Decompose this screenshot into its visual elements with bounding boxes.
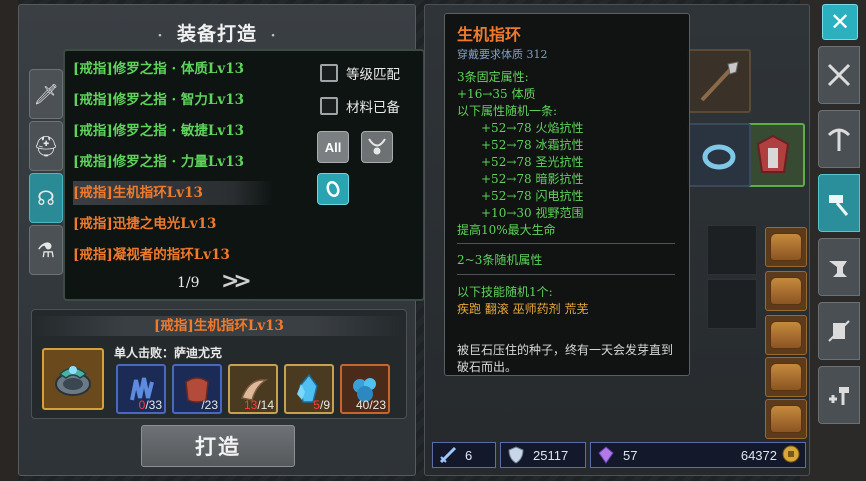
kill-requirement: 单人击败：萨迪尤克 (114, 346, 223, 360)
defense-stat: 25117 (500, 442, 586, 468)
equip-slot[interactable] (687, 49, 751, 113)
panel-title: · 装备打造 · (157, 23, 277, 45)
necklace-icon: ☊ (37, 186, 55, 210)
bag-slot[interactable] (765, 399, 807, 439)
materials-ready-checkbox[interactable] (320, 97, 338, 115)
gold-coin-icon (781, 444, 801, 467)
tab-potion[interactable]: ⚗ (29, 225, 63, 275)
sword-icon (437, 444, 459, 466)
divider (457, 274, 675, 275)
tooltip-description: 被巨石压住的种子，终有一天会发芽直到破石而出。 (457, 343, 674, 374)
ring-icon (702, 144, 736, 170)
plus-hammer-icon (829, 387, 849, 405)
material-slot[interactable]: /23 (172, 364, 222, 414)
nav-tab-battle[interactable] (818, 46, 860, 104)
next-page-button[interactable]: >> (221, 269, 252, 294)
recipe-item[interactable]: [戒指]修罗之指 · 体质Lv13 (73, 57, 273, 81)
nav-tab-anvil[interactable] (818, 238, 860, 296)
craft-detail: [戒指]生机指环Lv13 单人击败：萨迪尤克 0/33 /23 13/14 5/… (31, 309, 407, 419)
nav-tab-craft[interactable] (818, 174, 860, 232)
tab-armor[interactable]: ⛑ (29, 121, 63, 171)
recipe-item[interactable]: [戒指]凝视者的指环Lv13 (73, 243, 273, 267)
crafting-panel: · 装备打造 · 🗡 ⛑ ☊ ⚗ [戒指]修罗之指 · 体质Lv13 [戒指]修… (18, 4, 425, 476)
ring-icon (326, 180, 340, 198)
craft-item-name: [戒指]生机指环Lv13 (32, 316, 406, 336)
potion-icon: ⚗ (37, 238, 55, 262)
bag-slot[interactable] (765, 271, 807, 311)
armor-upgrade-icon (828, 320, 850, 342)
recipe-item[interactable]: [戒指]修罗之指 · 力量Lv13 (73, 150, 273, 174)
close-button[interactable]: ✕ (822, 4, 858, 40)
pickaxe-icon (827, 128, 851, 151)
chest-armor-icon (756, 134, 790, 173)
nav-tab-upgrade[interactable] (818, 366, 860, 424)
recipe-item[interactable]: [戒指]修罗之指 · 智力Lv13 (73, 88, 273, 112)
crossed-swords-icon (827, 63, 851, 87)
shield-icon (505, 444, 527, 466)
level-match-toggle[interactable]: 等级匹配 (320, 63, 400, 83)
divider (457, 243, 675, 244)
item-tooltip: 生机指环 穿戴要求体质 312 3条固定属性: +16→35 体质 以下属性随机… (444, 13, 690, 376)
attack-stat: 6 (432, 442, 496, 468)
nav-tab-enchant[interactable] (818, 302, 860, 360)
recipe-list: [戒指]修罗之指 · 体质Lv13 [戒指]修罗之指 · 智力Lv13 [戒指]… (63, 49, 425, 301)
recipe-item-selected[interactable]: [戒指]生机指环Lv13 (73, 181, 273, 205)
anvil-icon (829, 261, 847, 277)
backpack-icon (770, 277, 802, 305)
filter-all-button[interactable]: All (317, 131, 349, 163)
necklace-icon (368, 138, 386, 155)
equip-slot[interactable] (687, 123, 751, 187)
hammer-icon (829, 195, 849, 216)
bag-slot[interactable] (765, 227, 807, 267)
page-indicator: 1/9 (177, 275, 200, 291)
level-match-checkbox[interactable] (320, 64, 338, 82)
tooltip-title: 生机指环 (457, 25, 522, 44)
bag-slot[interactable] (765, 315, 807, 355)
gem-icon (595, 444, 617, 466)
inventory-slot[interactable] (707, 279, 757, 329)
inventory-slot[interactable] (707, 225, 757, 275)
ring-item-icon (55, 366, 91, 396)
recipe-item[interactable]: [戒指]修罗之指 · 敏捷Lv13 (73, 119, 273, 143)
tab-accessory[interactable]: ☊ (29, 173, 63, 223)
material-slot[interactable]: 40/23 (340, 364, 390, 414)
tooltip-requirement: 穿戴要求体质 312 (457, 48, 548, 61)
status-bar: 6 25117 57 64372 (432, 442, 808, 470)
sword-icon: 🗡 (33, 82, 59, 106)
filter-ring-button[interactable] (317, 173, 349, 205)
materials-ready-toggle[interactable]: 材料已备 (320, 96, 400, 116)
bag-slot[interactable] (765, 357, 807, 397)
spear-icon (700, 61, 739, 102)
backpack-icon (770, 405, 802, 433)
tab-weapon[interactable]: 🗡 (29, 69, 63, 119)
craft-button[interactable]: 打造 (141, 425, 295, 467)
close-icon: ✕ (829, 8, 851, 36)
material-slot[interactable]: 13/14 (228, 364, 278, 414)
recipe-item[interactable]: [戒指]迅捷之电光Lv13 (73, 212, 273, 236)
material-slot[interactable]: 5/9 (284, 364, 334, 414)
currency-stat: 57 64372 (590, 442, 806, 468)
filter-necklace-button[interactable] (361, 131, 393, 163)
panel-title-text: 装备打造 (176, 23, 257, 45)
craft-item-slot[interactable] (42, 348, 104, 410)
nav-tab-forge[interactable] (818, 110, 860, 168)
material-slot[interactable]: 0/33 (116, 364, 166, 414)
helmet-icon: ⛑ (33, 134, 59, 158)
backpack-icon (770, 233, 802, 261)
backpack-icon (770, 321, 802, 349)
backpack-icon (770, 363, 802, 391)
